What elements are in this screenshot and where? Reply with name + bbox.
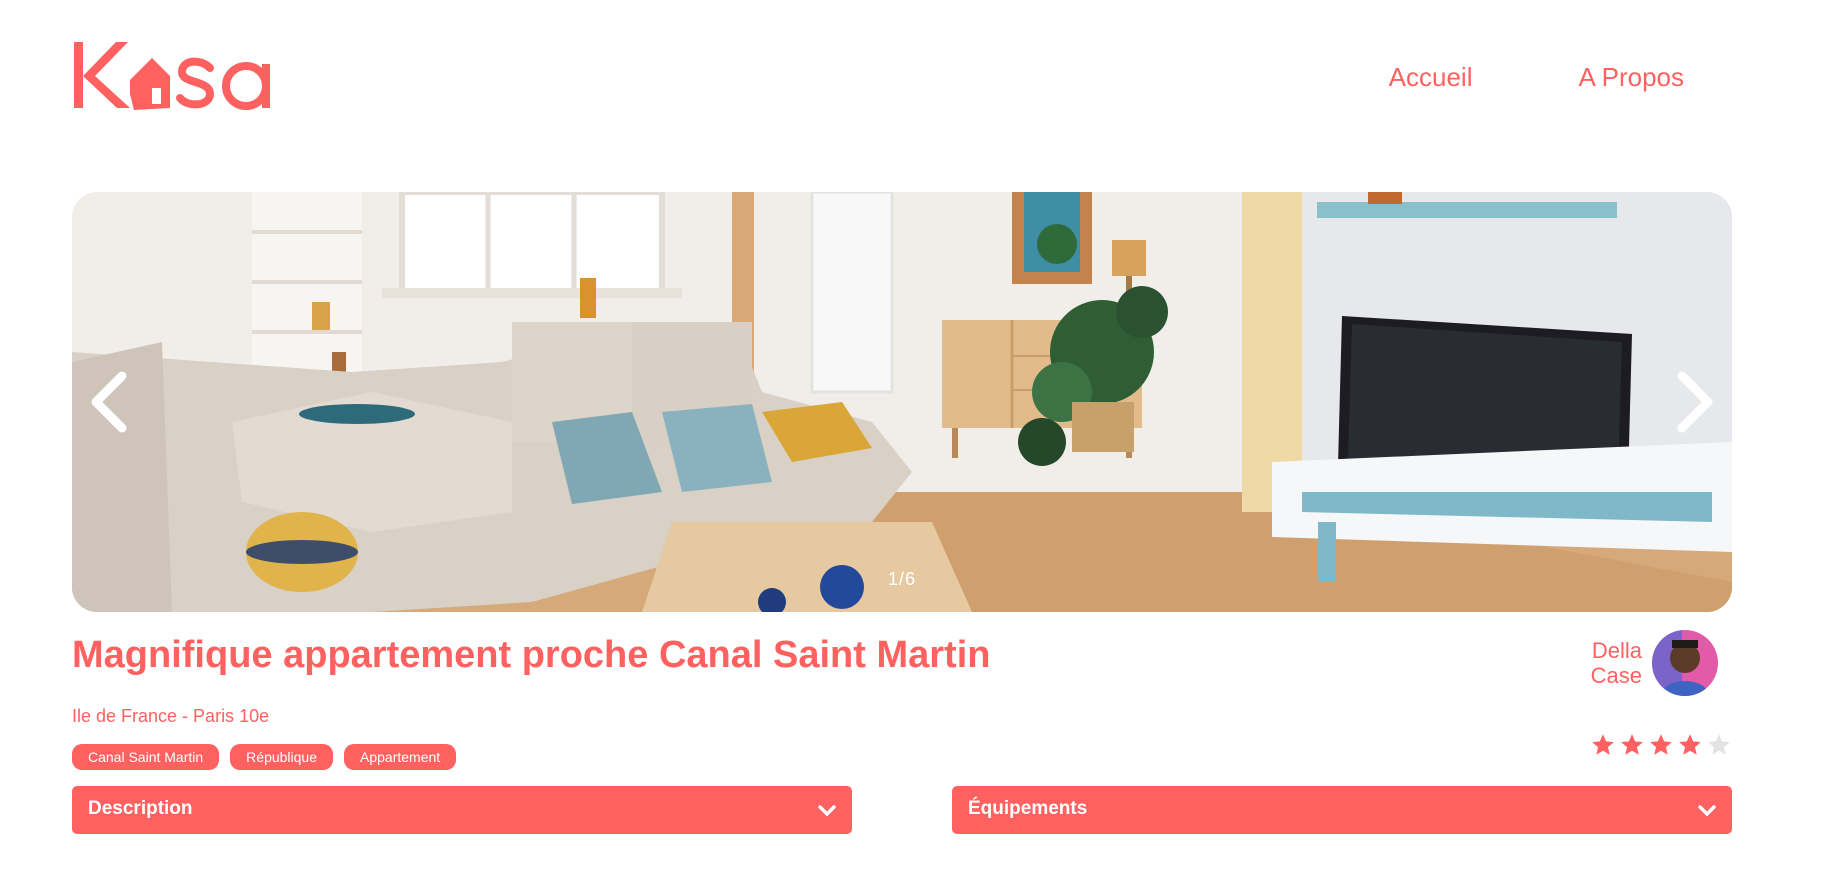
rating-stars <box>1590 732 1732 758</box>
host-avatar <box>1652 630 1718 696</box>
listing-title: Magnifique appartement proche Canal Sain… <box>72 634 991 676</box>
listing-location: Ile de France - Paris 10e <box>72 706 270 726</box>
nav-link-accueil[interactable]: Accueil <box>1389 62 1473 93</box>
main-nav: Accueil A Propos <box>1389 62 1684 93</box>
star-filled-icon <box>1590 732 1616 758</box>
next-arrow-icon[interactable] <box>1662 366 1726 438</box>
kasa-logo[interactable] <box>72 40 292 112</box>
previous-arrow-icon[interactable] <box>78 366 142 438</box>
slide-counter: 1/6 <box>887 569 917 589</box>
star-filled-icon <box>1648 732 1674 758</box>
host-last-name: Case <box>1590 663 1642 688</box>
tag: Appartement <box>344 744 457 770</box>
chevron-down-icon[interactable] <box>816 799 838 821</box>
tag: Canal Saint Martin <box>72 744 220 770</box>
apartment-photo <box>72 192 1732 612</box>
description-collapse[interactable]: Description <box>72 786 852 834</box>
star-empty-icon <box>1706 732 1732 758</box>
star-filled-icon <box>1677 732 1703 758</box>
description-collapse-label: Description <box>88 798 193 819</box>
photo-carousel: 1/6 <box>72 192 1732 612</box>
nav-link-a-propos[interactable]: A Propos <box>1578 62 1684 93</box>
tag: République <box>230 744 334 770</box>
host-info: Della Case <box>1572 630 1718 696</box>
equipements-collapse-label: Équipements <box>968 798 1088 819</box>
tag-list: Canal Saint Martin République Appartemen… <box>72 744 457 770</box>
host-first-name: Della <box>1591 638 1642 663</box>
equipements-collapse[interactable]: Équipements <box>952 786 1732 834</box>
star-filled-icon <box>1619 732 1645 758</box>
header: Accueil A Propos <box>72 40 1684 120</box>
chevron-down-icon[interactable] <box>1696 799 1718 821</box>
host-name: Della Case <box>1572 638 1642 688</box>
